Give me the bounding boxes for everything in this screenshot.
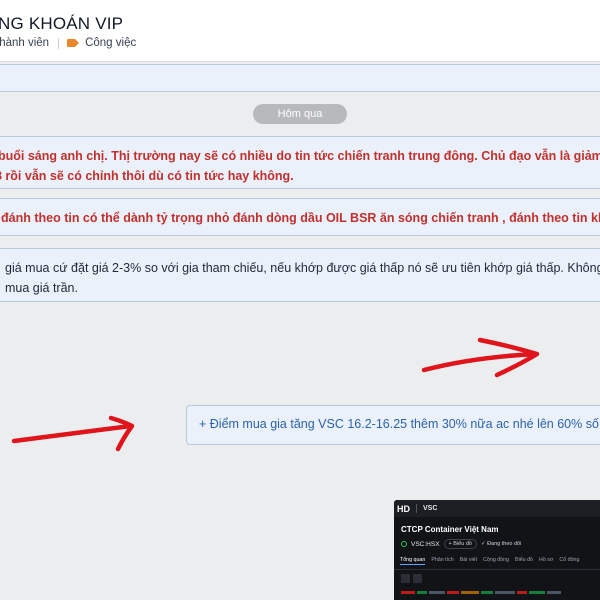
members-link[interactable]: thành viên [0, 37, 49, 49]
stock-tab: Cộng đồng [483, 557, 510, 563]
ticker-mark [517, 590, 527, 594]
divider [394, 569, 600, 570]
company-name: CTCP Container Việt Nam [401, 525, 499, 534]
message-bubble-previous[interactable] [0, 64, 600, 92]
ticker-mark [429, 590, 445, 594]
attachment-topbar: HD VSC [394, 500, 600, 517]
chat-header: NG KHOÁN VIP thành viên Công việc [0, 0, 600, 62]
filter-icon [413, 574, 422, 583]
message-bubble-4[interactable]: + Điểm mua gia tăng VSC 16.2-16.25 thêm … [186, 405, 600, 445]
message-text: đánh theo tin có thể dành tỷ trọng nhỏ đ… [1, 211, 600, 225]
sort-icon [401, 574, 410, 583]
tag-icon [67, 39, 80, 47]
message-text: giá mua cứ đặt giá 2-3% so với gia tham … [5, 261, 600, 275]
ticker-mark [529, 590, 545, 594]
price-ticker [401, 588, 600, 596]
image-attachment[interactable]: HD VSC CTCP Container Việt Nam VSC:HSX +… [394, 500, 600, 600]
ticker-mark [481, 590, 493, 594]
stock-tab: Hồ sơ [539, 557, 554, 563]
message-bubble-3[interactable]: giá mua cứ đặt giá 2-3% so với gia tham … [0, 248, 600, 302]
ticker-mark [447, 590, 459, 594]
message-bubble-1[interactable]: buổi sáng anh chị. Thị trường nay sẽ có … [0, 136, 600, 189]
meta-divider [58, 37, 60, 49]
message-text: 8 rồi vẫn sẽ có chỉnh thôi dù có tin tức… [0, 168, 294, 183]
group-meta: thành viên Công việc [0, 37, 136, 49]
toolbar-icons [401, 574, 422, 583]
message-text: + Điểm mua gia tăng VSC 16.2-16.25 thêm … [199, 417, 600, 431]
message-text: buổi sáng anh chị. Thị trường nay sẽ có … [0, 149, 600, 163]
stock-tab: Bài viết [459, 557, 478, 563]
stock-tabs: Tổng quan Phân tích Bài viết Cộng đồng B… [400, 557, 579, 565]
date-divider: Hôm qua [253, 104, 347, 124]
ticker-mark [401, 590, 415, 594]
stock-info-row: VSC:HSX + Biểu đồ ✓ Đang theo dõi [401, 539, 521, 549]
stock-tab: Cổ đông [559, 557, 580, 563]
ticker-label: VSC [423, 505, 438, 512]
chat-area[interactable]: Hôm qua buổi sáng anh chị. Thị trường na… [0, 62, 600, 600]
message-bubble-2[interactable]: đánh theo tin có thể dành tỷ trọng nhỏ đ… [0, 198, 600, 236]
group-title[interactable]: NG KHOÁN VIP [0, 14, 123, 34]
ticker-mark [547, 590, 561, 594]
stock-tab: Phân tích [431, 557, 454, 563]
stock-tab: Tổng quan [400, 557, 426, 565]
follow-status: ✓ Đang theo dõi [480, 541, 522, 547]
ticker-mark [461, 590, 479, 594]
chart-chip: + Biểu đồ [443, 539, 477, 549]
category-label[interactable]: Công việc [85, 37, 136, 49]
ticker-mark [417, 590, 427, 594]
app-logo: HD [397, 503, 410, 514]
message-text: mua giá trần. [5, 280, 78, 295]
divider [416, 504, 417, 513]
exchange-code: VSC:HSX [411, 540, 440, 548]
circle-icon [401, 541, 407, 547]
ticker-mark [495, 590, 515, 594]
stock-tab: Biểu đồ [515, 557, 533, 563]
